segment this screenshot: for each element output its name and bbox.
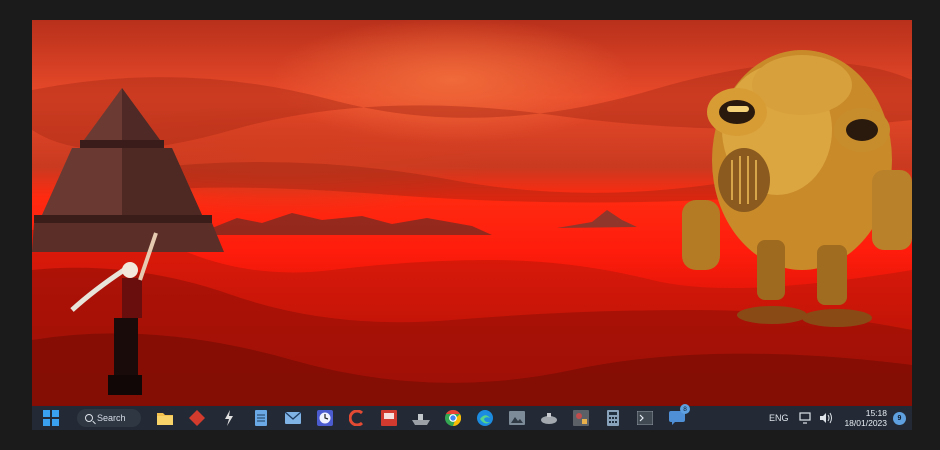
chrome-button[interactable]	[440, 407, 466, 429]
ship-app-icon	[412, 414, 430, 425]
desktop-screen: Search 8 ENG 15:18 18/01/2023 9	[32, 20, 912, 430]
image-viewer-icon	[509, 411, 525, 425]
red-window-app-button[interactable]	[376, 407, 402, 429]
clock[interactable]: 15:18 18/01/2023	[844, 408, 887, 428]
mail-app-icon	[285, 412, 301, 424]
ship-app-button[interactable]	[408, 407, 434, 429]
file-explorer-button[interactable]	[152, 407, 178, 429]
red-window-app-icon	[381, 410, 397, 426]
paint-app-button[interactable]	[568, 407, 594, 429]
search-label: Search	[97, 413, 126, 423]
start-button[interactable]	[38, 407, 64, 429]
windows-logo-icon	[43, 410, 59, 426]
image-viewer-button[interactable]	[504, 407, 530, 429]
c-logo-app-button[interactable]	[344, 407, 370, 429]
terminal-button[interactable]	[632, 407, 658, 429]
taskbar-search[interactable]: Search	[77, 409, 141, 427]
clock-app-icon	[317, 410, 333, 426]
taskbar: Search 8 ENG 15:18 18/01/2023 9	[32, 404, 912, 430]
desktop-wallpaper	[32, 20, 912, 406]
terminal-icon	[637, 411, 653, 425]
c-logo-app-icon	[349, 410, 364, 426]
network-icon[interactable]	[798, 410, 814, 426]
red-diamond-app-icon	[189, 410, 205, 426]
lightning-app-icon	[225, 410, 233, 426]
red-diamond-app-button[interactable]	[184, 407, 210, 429]
lightning-app-button[interactable]	[216, 407, 242, 429]
language-indicator[interactable]: ENG	[769, 413, 789, 423]
calculator-button[interactable]	[600, 407, 626, 429]
folder-icon	[157, 413, 173, 425]
system-tray: ENG 15:18 18/01/2023 9	[769, 406, 912, 430]
mail-app-button[interactable]	[280, 407, 306, 429]
calculator-icon	[607, 410, 619, 426]
clock-date: 18/01/2023	[844, 418, 887, 428]
volume-icon[interactable]	[818, 410, 834, 426]
clock-time: 15:18	[865, 408, 887, 418]
search-icon	[85, 414, 93, 422]
messages-badge: 8	[680, 404, 690, 414]
submarine-app-icon	[541, 413, 557, 424]
edge-icon	[477, 410, 493, 426]
paint-app-icon	[573, 410, 589, 426]
submarine-app-button[interactable]	[536, 407, 562, 429]
notepad-icon	[255, 410, 267, 426]
edge-button[interactable]	[472, 407, 498, 429]
notepad-button[interactable]	[248, 407, 274, 429]
clock-app-button[interactable]	[312, 407, 338, 429]
notification-badge[interactable]: 9	[893, 411, 906, 425]
messages-app-button[interactable]: 8	[664, 404, 690, 429]
wallpaper-scene	[32, 50, 912, 406]
chrome-icon	[445, 410, 461, 426]
